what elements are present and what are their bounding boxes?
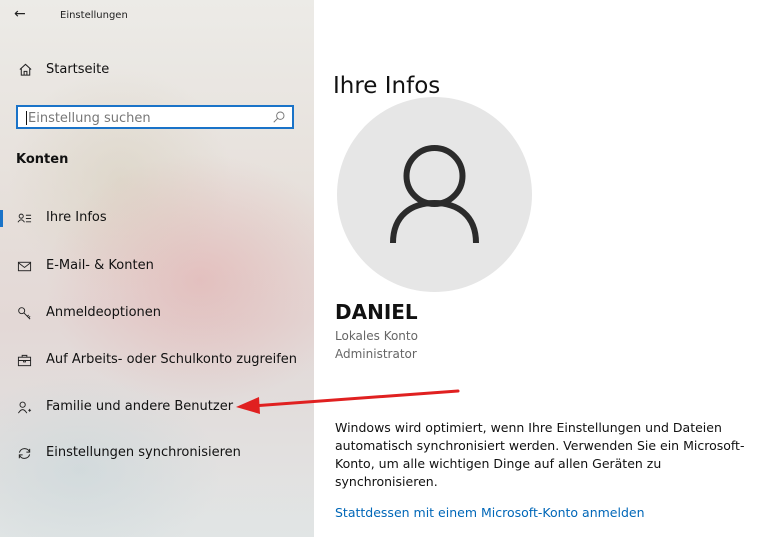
home-icon <box>19 63 32 76</box>
search-input[interactable] <box>28 109 258 127</box>
sidebar-item-email-konten[interactable]: E-Mail- & Konten <box>0 251 314 281</box>
sidebar-item-label: Familie und andere Benutzer <box>46 399 234 414</box>
sidebar-item-label: Einstellungen synchronisieren <box>46 445 241 460</box>
home-nav-item[interactable]: Startseite <box>18 62 109 77</box>
sidebar-item-synchronisieren[interactable]: Einstellungen synchronisieren <box>0 438 314 468</box>
sidebar-item-label: Auf Arbeits- oder Schulkonto zugreifen <box>46 352 298 367</box>
page-title: Ihre Infos <box>333 73 441 100</box>
sync-info-text: Windows wird optimiert, wenn Ihre Einste… <box>335 420 745 489</box>
sidebar: ← Einstellungen Startseite Konten Ihre I… <box>0 0 314 537</box>
sidebar-item-label: E-Mail- & Konten <box>46 258 154 273</box>
sidebar-item-familie-benutzer[interactable]: Familie und andere Benutzer <box>0 392 314 422</box>
user-avatar-icon <box>390 145 479 244</box>
key-icon <box>16 305 32 321</box>
search-box[interactable] <box>16 105 294 129</box>
back-arrow-icon[interactable]: ← <box>14 6 26 22</box>
sync-icon <box>16 445 32 461</box>
window-title: Einstellungen <box>60 10 128 21</box>
home-label: Startseite <box>46 62 110 77</box>
person-add-icon <box>16 399 32 415</box>
sidebar-item-label: Ihre Infos <box>46 210 107 225</box>
sidebar-item-label: Anmeldeoptionen <box>46 305 162 320</box>
user-role: Administrator <box>335 347 417 361</box>
sidebar-item-anmeldeoptionen[interactable]: Anmeldeoptionen <box>0 298 314 328</box>
avatar <box>337 97 532 292</box>
text-cursor <box>26 111 27 125</box>
account-type: Lokales Konto <box>335 329 418 343</box>
section-title: Konten <box>16 152 69 167</box>
sidebar-item-arbeits-schulkonto[interactable]: Auf Arbeits- oder Schulkonto zugreifen <box>0 345 314 375</box>
person-card-icon <box>16 210 32 226</box>
sidebar-item-ihre-infos[interactable]: Ihre Infos <box>0 203 314 233</box>
microsoft-account-link[interactable]: Stattdessen mit einem Microsoft-Konto an… <box>335 505 645 520</box>
search-icon[interactable] <box>272 110 286 124</box>
user-name: DANIEL <box>335 300 418 324</box>
briefcase-icon <box>16 352 32 368</box>
mail-icon <box>16 258 32 274</box>
active-indicator <box>0 210 3 227</box>
